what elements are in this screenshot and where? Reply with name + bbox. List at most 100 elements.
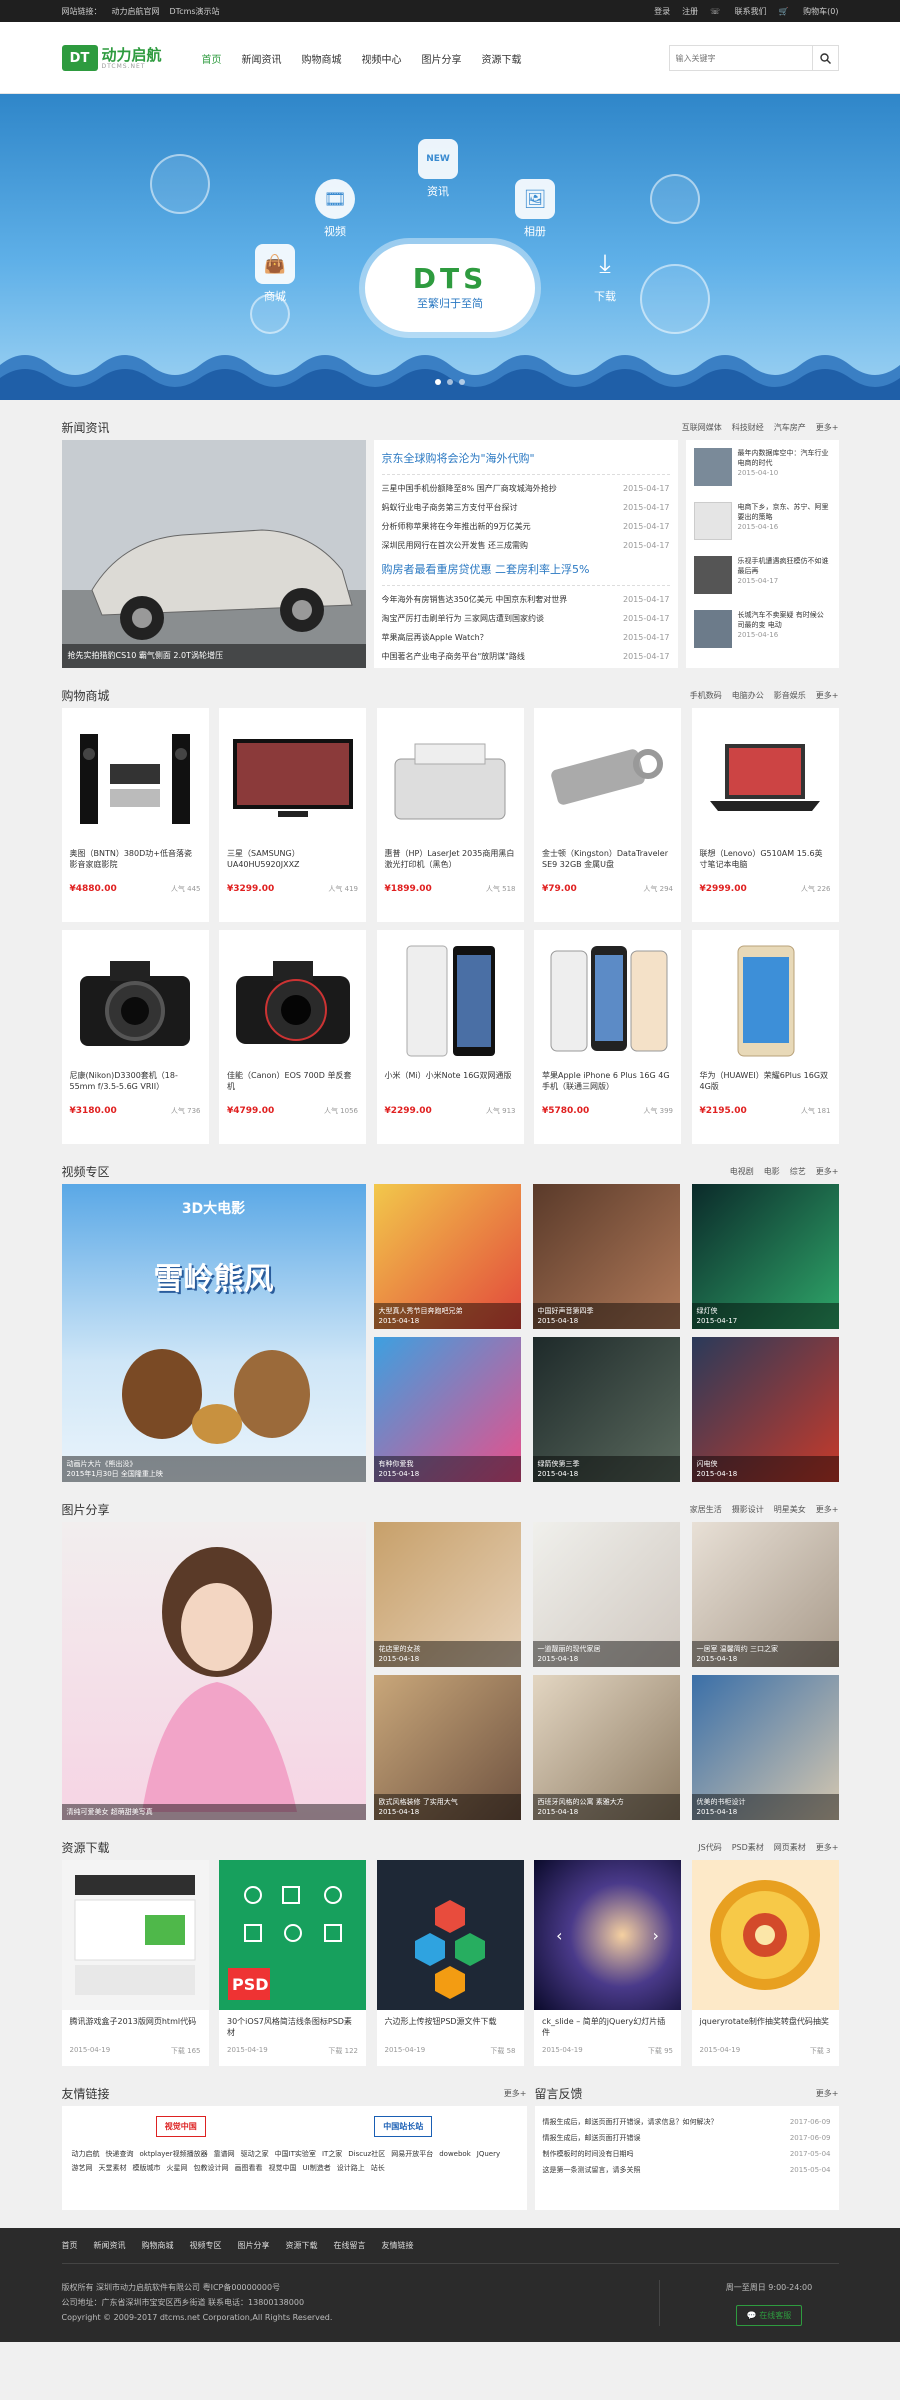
friends-more[interactable]: 更多+: [504, 2089, 527, 2098]
product-card[interactable]: 苹果Apple iPhone 6 Plus 16G 4G手机（联通三网版） ¥57…: [534, 930, 681, 1144]
news-item[interactable]: 淘宝严厉打击刷单行为 三家网店遭到国家约谈 2015-04-17: [382, 609, 670, 628]
friend-link[interactable]: 天堂素材: [99, 2161, 127, 2175]
cart-link[interactable]: 🛒 购物车(0): [779, 7, 839, 16]
photo-card[interactable]: 花店里的女孩 2015-04-18: [373, 1522, 521, 1667]
nav-shop[interactable]: 购物商城: [302, 51, 342, 66]
video-card[interactable]: 有种你爱我 2015-04-18: [373, 1337, 521, 1482]
message-more[interactable]: 更多+: [816, 2089, 839, 2098]
footer-nav-link[interactable]: 视频专区: [190, 2240, 222, 2251]
prev-arrow-icon[interactable]: ‹: [556, 1926, 562, 1945]
nav-news[interactable]: 新闻资讯: [242, 51, 282, 66]
footer-nav-link[interactable]: 在线留言: [334, 2240, 366, 2251]
nav-download[interactable]: 资源下载: [482, 51, 522, 66]
photo-card[interactable]: 欧式风格装修 了实用大气 2015-04-18: [373, 1675, 521, 1820]
download-card[interactable]: 腾讯游戏盒子2013版网页html代码 2015-04-19 下载 165: [61, 1860, 209, 2066]
news-item[interactable]: 苹果高层再谈Apple Watch？ 2015-04-17: [382, 628, 670, 647]
friend-link[interactable]: UI制造者: [303, 2161, 331, 2175]
photo-more[interactable]: 更多+: [816, 1505, 839, 1514]
slider-dot[interactable]: [435, 379, 441, 385]
news-item[interactable]: 今年海外有房销售达350亿美元 中国京东利奢对世界 2015-04-17: [382, 590, 670, 609]
friend-link[interactable]: 游艺网: [72, 2161, 93, 2175]
product-card[interactable]: 奥图（BNTN）380D功+低音落瓷 影音家庭影院 ¥4880.00 人气 445: [61, 708, 209, 922]
friend-link[interactable]: 视觉中国: [269, 2161, 297, 2175]
next-arrow-icon[interactable]: ›: [653, 1926, 659, 1945]
shop-link[interactable]: 电脑办公: [732, 691, 764, 700]
download-link[interactable]: PSD素材: [732, 1843, 764, 1852]
product-card[interactable]: 金士顿（Kingston）DataTraveler SE9 32GB 金属U盘 ¥…: [534, 708, 681, 922]
contact-link[interactable]: ☏ 联系我们: [710, 7, 767, 16]
hero-banner[interactable]: 🎞 视频 NEW 资讯 🖼 相册 👜 商城 ⤓ 下载 DTS 至繁归于至简: [0, 94, 900, 400]
product-card[interactable]: 佳能（Canon）EOS 700D 单反套机 ¥4799.00 人气 1056: [219, 930, 366, 1144]
download-more[interactable]: 更多+: [816, 1843, 839, 1852]
friend-link[interactable]: 快递查询: [106, 2147, 134, 2161]
product-card[interactable]: 联想（Lenovo）G510AM 15.6英寸笔记本电脑 ¥2999.00 人气 2…: [691, 708, 839, 922]
nav-video[interactable]: 视频中心: [362, 51, 402, 66]
photo-link[interactable]: 明星美女: [774, 1505, 806, 1514]
product-card[interactable]: 尼康(Nikon)D3300套机（18-55mm f/3.5-5.6G VRII…: [61, 930, 209, 1144]
friend-link[interactable]: 驱动之家: [241, 2147, 269, 2161]
footer-nav-link[interactable]: 购物商城: [142, 2240, 174, 2251]
message-item[interactable]: 制作模板时的时间没有日期吗 2017-05-04: [543, 2146, 831, 2162]
partner-logo[interactable]: 视觉中国: [155, 2116, 206, 2137]
news-item[interactable]: 分析师称苹果将在今年推出新的9万亿美元 2015-04-17: [382, 517, 670, 536]
news-link[interactable]: 科技财经: [732, 423, 764, 432]
news-more[interactable]: 更多+: [816, 423, 839, 432]
product-card[interactable]: 小米（Mi）小米Note 16G双网通版 ¥2299.00 人气 913: [376, 930, 524, 1144]
news-link[interactable]: 互联网媒体: [682, 423, 722, 432]
message-item[interactable]: 情报生成后，邮送页面打开错误 2017-06-09: [543, 2130, 831, 2146]
online-service-button[interactable]: 💬 在线客服: [735, 2305, 803, 2326]
photo-card[interactable]: 一道靓丽的现代家居 2015-04-18: [532, 1522, 680, 1667]
friend-link[interactable]: oktplayer视频播放器: [140, 2147, 208, 2161]
video-card[interactable]: 绿灯侠 2015-04-17: [691, 1184, 839, 1329]
login-link[interactable]: 登录: [654, 7, 670, 16]
search-button[interactable]: [811, 46, 838, 70]
video-feature[interactable]: 3D大电影 雪岭熊风 动画片大片《熊出没》 2015年1月30日 全国隆重上映: [61, 1184, 366, 1482]
search-input[interactable]: [669, 46, 812, 70]
side-news-item[interactable]: 乐视手机遭遇疯狂模仿不如谁最后再 2015-04-17: [693, 556, 831, 610]
friend-link[interactable]: 动力启航: [72, 2147, 100, 2161]
news-item[interactable]: 蚂蚁行业电子商务第三方支付平台探讨 2015-04-17: [382, 498, 670, 517]
download-link[interactable]: JS代码: [698, 1843, 721, 1852]
photo-link[interactable]: 家居生活: [690, 1505, 722, 1514]
nav-photo[interactable]: 图片分享: [422, 51, 462, 66]
news-headline[interactable]: 购房者最看重房贷优惠 二套房利率上浮5%: [381, 561, 670, 586]
video-link[interactable]: 综艺: [790, 1167, 806, 1176]
friend-link[interactable]: 站长: [371, 2161, 385, 2175]
link-official[interactable]: 动力启航官网: [112, 7, 160, 16]
video-card[interactable]: 闪电侠 2015-04-18: [691, 1337, 839, 1482]
photo-card[interactable]: 一居室 温馨简约 三口之家 2015-04-18: [691, 1522, 839, 1667]
footer-nav-link[interactable]: 资源下载: [286, 2240, 318, 2251]
side-news-item[interactable]: 最年内数据库空中：汽车行业电商的时代 2015-04-10: [693, 448, 831, 502]
friend-link[interactable]: JQuery: [477, 2147, 500, 2161]
friend-link[interactable]: 靠谱网: [214, 2147, 235, 2161]
shop-more[interactable]: 更多+: [816, 691, 839, 700]
message-item[interactable]: 这是第一条测试留言，请多关照 2015-05-04: [543, 2162, 831, 2178]
news-link[interactable]: 汽车房产: [774, 423, 806, 432]
video-card[interactable]: 绿箭侠第三季 2015-04-18: [532, 1337, 680, 1482]
video-card[interactable]: 中国好声音第四季 2015-04-18: [532, 1184, 680, 1329]
news-headline[interactable]: 京东全球购将会沦为"海外代购": [381, 450, 670, 475]
nav-home[interactable]: 首页: [202, 51, 222, 66]
product-card[interactable]: 华为（HUAWEI）荣耀6Plus 16G双4G版 ¥2195.00 人气 181: [691, 930, 839, 1144]
footer-nav-link[interactable]: 首页: [62, 2240, 78, 2251]
news-feature-image[interactable]: 抢先实拍猎豹CS10 霸气侧面 2.0T涡轮增压: [61, 440, 366, 668]
friend-link[interactable]: dowebok: [439, 2147, 471, 2161]
photo-card[interactable]: 优美的书柜设计 2015-04-18: [691, 1675, 839, 1820]
register-link[interactable]: 注册: [682, 7, 698, 16]
friend-link[interactable]: 火星网: [167, 2161, 188, 2175]
news-item[interactable]: 中国著名产业电子商务平台"放阴谋"路线 2015-04-17: [382, 647, 670, 666]
friend-link[interactable]: 画图看看: [235, 2161, 263, 2175]
news-item[interactable]: 深圳民用网行在首次公开发售 还三成需购 2015-04-17: [382, 536, 670, 555]
video-card[interactable]: 大型真人秀节目奔跑吧兄弟 2015-04-18: [373, 1184, 521, 1329]
link-demo[interactable]: DTcms演示站: [170, 7, 220, 16]
video-more[interactable]: 更多+: [816, 1167, 839, 1176]
download-card[interactable]: 六边形上传按钮PSD源文件下载 2015-04-19 下载 58: [376, 1860, 524, 2066]
video-link[interactable]: 电影: [764, 1167, 780, 1176]
product-card[interactable]: 三星（SAMSUNG）UA40HU5920JXXZ ¥3299.00 人气 419: [219, 708, 366, 922]
partner-logo[interactable]: 中国站长站: [374, 2116, 433, 2137]
photo-link[interactable]: 摄影设计: [732, 1505, 764, 1514]
slider-dot[interactable]: [447, 379, 453, 385]
friend-link[interactable]: 中国IT实验室: [275, 2147, 316, 2161]
friend-link[interactable]: 包教设计网: [194, 2161, 229, 2175]
download-link[interactable]: 网页素材: [774, 1843, 806, 1852]
